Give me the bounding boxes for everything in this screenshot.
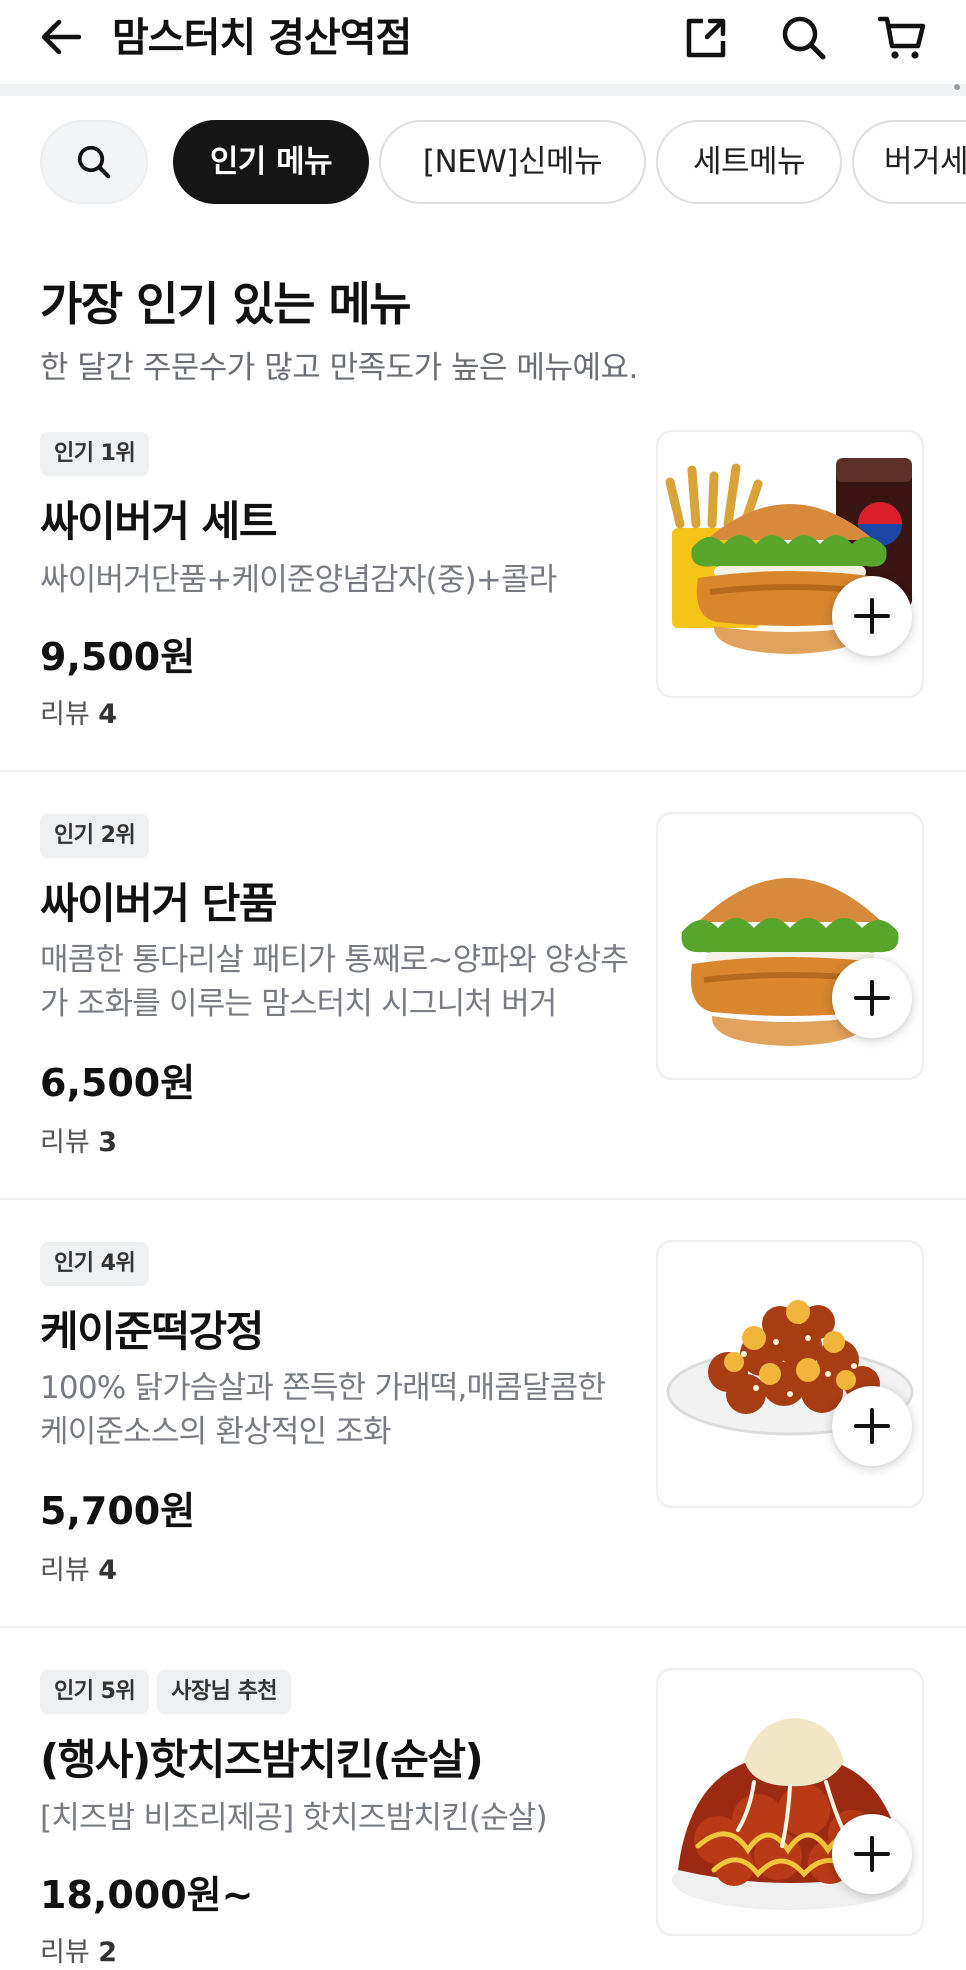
arrow-left-icon	[41, 19, 82, 55]
review-count: 리뷰 4	[40, 692, 117, 731]
menu-name: (행사)핫치즈밤치킨(순살)	[40, 1735, 484, 1784]
review-number: 4	[98, 699, 118, 730]
rank-badge: 인기 1위	[40, 432, 150, 476]
header-divider	[0, 84, 966, 96]
review-label: 리뷰	[40, 1555, 90, 1586]
category-chip-set[interactable]: 세트메뉴	[656, 120, 842, 204]
menu-image-burger-set[interactable]	[656, 430, 924, 698]
menu-price: 9,500원	[40, 635, 196, 679]
rank-badge: 인기 5위	[40, 1670, 150, 1714]
review-number: 2	[98, 1937, 118, 1968]
plus-icon	[854, 980, 890, 1016]
plus-icon	[854, 598, 890, 634]
review-count: 리뷰 2	[40, 1930, 117, 1969]
category-chip-new[interactable]: [NEW]신메뉴	[379, 120, 646, 204]
plus-icon	[854, 1408, 890, 1444]
back-button[interactable]	[36, 12, 86, 62]
review-label: 리뷰	[40, 699, 90, 730]
menu-price: 5,700원	[40, 1489, 196, 1533]
review-number: 4	[98, 1555, 118, 1586]
menu-image-burger[interactable]	[656, 812, 924, 1080]
share-button[interactable]	[678, 10, 734, 66]
add-to-cart-button[interactable]	[832, 958, 912, 1038]
menu-item[interactable]: 인기 2위 싸이버거 단품 매콤한 통다리살 패티가 통째로~양파와 양상추가 …	[0, 812, 966, 1200]
menu-image-gangjeong[interactable]	[656, 1240, 924, 1508]
section-subtitle: 한 달간 주문수가 많고 만족도가 높은 메뉴예요.	[40, 350, 638, 386]
share-icon	[686, 18, 726, 58]
menu-price: 18,000원~	[40, 1873, 254, 1917]
cart-icon	[877, 16, 926, 59]
add-to-cart-button[interactable]	[832, 576, 912, 656]
add-to-cart-button[interactable]	[832, 1386, 912, 1466]
tag-list: 인기 1위	[40, 432, 157, 476]
menu-name: 싸이버거 세트	[40, 497, 277, 546]
menu-image-cheese-chicken[interactable]	[656, 1668, 924, 1936]
menu-name: 케이준떡강정	[40, 1307, 264, 1356]
tag-list: 인기 4위	[40, 1242, 157, 1286]
menu-name: 싸이버거 단품	[40, 879, 277, 928]
category-chip-popular[interactable]: 인기 메뉴	[173, 120, 369, 204]
menu-description: 100% 닭가슴살과 쫀득한 가래떡,매콤달콤한 케이준소스의 환상적인 조화	[40, 1370, 606, 1450]
menu-price: 6,500원	[40, 1061, 196, 1105]
category-chip-burger[interactable]: 버거세	[852, 120, 966, 204]
plus-icon	[854, 1836, 890, 1872]
store-title: 맘스터치 경산역점	[112, 15, 412, 61]
menu-description: 싸이버거단품+케이준양념감자(중)+콜라	[40, 562, 557, 598]
review-label: 리뷰	[40, 1127, 90, 1158]
rank-badge: 인기 2위	[40, 814, 150, 858]
menu-item[interactable]: 인기 1위 싸이버거 세트 싸이버거단품+케이준양념감자(중)+콜라 9,500…	[0, 430, 966, 772]
owner-pick-badge: 사장님 추천	[157, 1670, 292, 1714]
app-header: 맘스터치 경산역점	[0, 0, 966, 84]
menu-item[interactable]: 인기 5위 사장님 추천 (행사)핫치즈밤치킨(순살) [치즈밤 비조리제공] 핫…	[0, 1668, 966, 1970]
review-number: 3	[98, 1127, 118, 1158]
category-search-button[interactable]	[40, 120, 148, 204]
search-button[interactable]	[776, 10, 832, 66]
cart-button[interactable]	[874, 10, 930, 66]
menu-description: 매콤한 통다리살 패티가 통째로~양파와 양상추가 조화를 이루는 맘스터치 시…	[40, 942, 629, 1022]
search-icon	[77, 145, 111, 179]
add-to-cart-button[interactable]	[832, 1814, 912, 1894]
rank-badge: 인기 4위	[40, 1242, 150, 1286]
menu-description: [치즈밤 비조리제공] 핫치즈밤치킨(순살)	[40, 1800, 548, 1836]
category-bar: 인기 메뉴 [NEW]신메뉴 세트메뉴 버거세	[0, 118, 966, 210]
scroll-indicator[interactable]	[954, 84, 960, 90]
review-count: 리뷰 3	[40, 1120, 117, 1159]
review-count: 리뷰 4	[40, 1548, 117, 1587]
review-label: 리뷰	[40, 1937, 90, 1968]
menu-item[interactable]: 인기 4위 케이준떡강정 100% 닭가슴살과 쫀득한 가래떡,매콤달콤한 케이…	[0, 1240, 966, 1628]
tag-list: 인기 2위	[40, 814, 157, 858]
tag-list: 인기 5위 사장님 추천	[40, 1670, 299, 1714]
search-icon	[782, 16, 826, 60]
section-title: 가장 인기 있는 메뉴	[40, 277, 412, 331]
